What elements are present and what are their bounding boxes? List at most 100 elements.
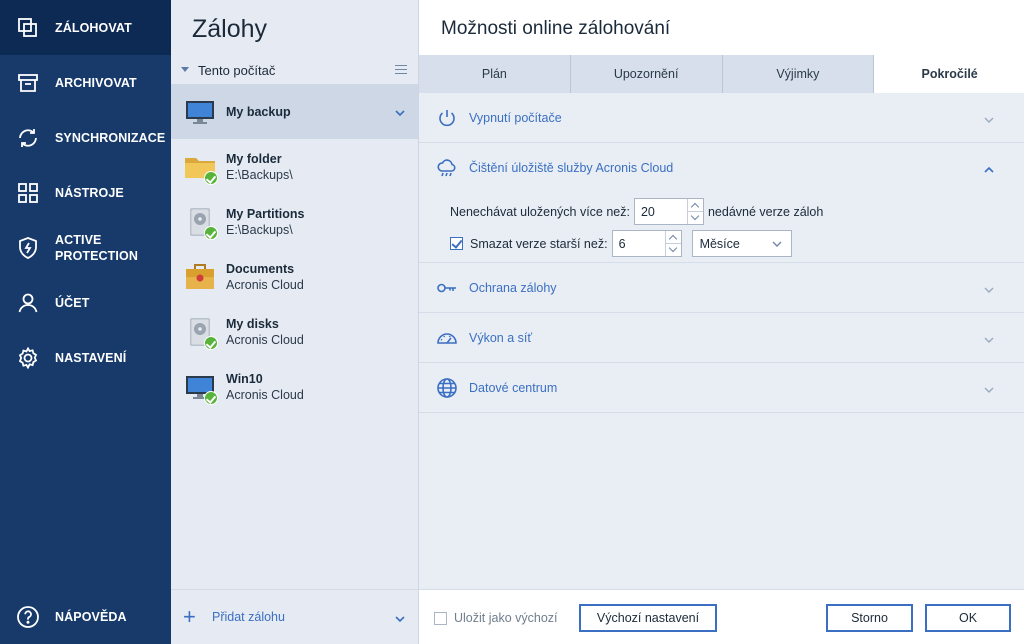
copy-icon (16, 16, 40, 40)
chevron-down-icon (772, 238, 782, 252)
cancel-button[interactable]: Storno (826, 604, 913, 632)
section-backup-protection[interactable]: Ochrana zálohy (419, 263, 1024, 313)
backup-item-my-disks[interactable]: My disks Acronis Cloud (171, 304, 418, 359)
nav-item-backup[interactable]: ZÁLOHOVAT (0, 0, 171, 55)
delete-older-row: Smazat verze starší než: 6 Měsíce (450, 230, 792, 257)
tab-bar: Plán Upozornění Výjimky Pokročilé (419, 55, 1024, 93)
section-label: Čištění úložiště služby Acronis Cloud (469, 161, 674, 175)
panel-title: Možnosti online zálohování (441, 18, 671, 39)
nav-label: NASTAVENÍ (55, 350, 127, 365)
hamburger-menu-icon[interactable] (395, 65, 407, 74)
group-header[interactable]: Tento počítač (171, 56, 418, 84)
dialog-footer: Uložit jako výchozí Výchozí nastavení St… (419, 589, 1024, 644)
nav-item-sync[interactable]: SYNCHRONIZACE (0, 110, 171, 165)
delete-older-value[interactable]: 6 (613, 231, 665, 256)
nav-item-account[interactable]: ÚČET (0, 275, 171, 330)
keep-versions-value[interactable]: 20 (635, 199, 687, 224)
chevron-up-icon (984, 163, 994, 173)
tab-schedule[interactable]: Plán (419, 55, 571, 93)
disk-icon (184, 316, 218, 350)
chevron-down-icon (984, 283, 994, 293)
disk-icon (184, 206, 218, 240)
section-data-center[interactable]: Datové centrum (419, 363, 1024, 413)
backup-name: Documents (226, 262, 295, 276)
nav-label: ÚČET (55, 295, 90, 310)
ok-button[interactable]: OK (925, 604, 1011, 632)
stepper-up-button[interactable] (687, 199, 703, 212)
options-panel: Možnosti online zálohování Plán Upozorně… (418, 0, 1024, 644)
plus-icon: + (183, 604, 196, 629)
tab-notifications[interactable]: Upozornění (571, 55, 723, 93)
nav-item-help[interactable]: NÁPOVĚDA (0, 589, 171, 644)
delete-older-stepper[interactable]: 6 (611, 230, 682, 257)
save-as-default-option[interactable]: Uložit jako výchozí (434, 611, 558, 625)
backup-item-my-folder[interactable]: My folder E:\Backups\ (171, 139, 418, 194)
success-check-icon (204, 171, 218, 185)
user-icon (16, 291, 40, 315)
backup-location: Acronis Cloud (226, 388, 304, 402)
backup-item-my-partitions[interactable]: My Partitions E:\Backups\ (171, 194, 418, 249)
add-backup-label: Přidat zálohu (212, 610, 285, 624)
nav-label: SYNCHRONIZACE (55, 130, 166, 145)
time-unit-select[interactable]: Měsíce (691, 230, 792, 257)
monitor-icon (184, 371, 218, 405)
backup-item-my-backup[interactable]: My backup (171, 84, 418, 139)
add-backup-button[interactable]: + Přidat zálohu (171, 589, 418, 644)
backup-name: Win10 (226, 372, 263, 386)
section-cloud-cleanup[interactable]: Čištění úložiště služby Acronis Cloud (419, 143, 1024, 193)
keep-versions-label: Nenechávat uložených více než: (450, 204, 630, 219)
default-settings-button[interactable]: Výchozí nastavení (579, 604, 717, 632)
backup-name: My Partitions (226, 207, 305, 221)
page-title: Zálohy (192, 15, 268, 43)
folder-icon (184, 151, 218, 185)
nav-item-active-protection[interactable]: ACTIVE PROTECTION (0, 220, 171, 275)
gear-icon (16, 346, 40, 370)
success-check-icon (204, 336, 218, 350)
save-as-default-checkbox[interactable] (434, 611, 447, 625)
advanced-sections: Vypnutí počítače Čištění úložiště služby… (419, 93, 1024, 589)
stepper-down-button[interactable] (688, 211, 703, 224)
chevron-down-icon (984, 333, 994, 343)
grid-icon (16, 181, 40, 205)
briefcase-icon (184, 261, 216, 293)
delete-older-checkbox[interactable] (450, 237, 463, 250)
chevron-down-icon[interactable] (395, 612, 405, 627)
cloud-rain-icon (436, 157, 458, 179)
backup-name: My disks (226, 317, 279, 331)
main-navigation: ZÁLOHOVAT ARCHIVOVAT SYNCHRONIZACE NÁSTR… (0, 0, 171, 644)
tab-advanced[interactable]: Pokročilé (874, 55, 1024, 93)
section-shutdown[interactable]: Vypnutí počítače (419, 93, 1024, 143)
backup-location: Acronis Cloud (226, 333, 304, 347)
power-icon (436, 107, 458, 129)
cloud-cleanup-settings: Nenechávat uložených více než: 20 nedávn… (419, 193, 1024, 263)
save-as-default-label: Uložit jako výchozí (454, 611, 558, 625)
backup-item-win10[interactable]: Win10 Acronis Cloud (171, 359, 418, 414)
shield-bolt-icon (16, 236, 40, 260)
backup-name: My backup (226, 105, 291, 119)
delete-older-label: Smazat verze starší než: (470, 236, 608, 251)
success-check-icon (204, 391, 218, 405)
sync-icon (16, 126, 40, 150)
globe-icon (436, 377, 458, 399)
question-icon (16, 605, 40, 629)
chevron-down-icon[interactable] (395, 106, 405, 117)
stepper-down-button[interactable] (666, 243, 681, 256)
keep-versions-suffix: nedávné verze záloh (707, 204, 824, 219)
backup-item-documents[interactable]: Documents Acronis Cloud (171, 249, 418, 304)
section-label: Ochrana zálohy (469, 281, 557, 295)
nav-label: ARCHIVOVAT (55, 75, 137, 90)
nav-label: ZÁLOHOVAT (55, 20, 132, 35)
collapse-triangle-icon (181, 67, 189, 72)
gauge-icon (436, 327, 458, 349)
nav-item-tools[interactable]: NÁSTROJE (0, 165, 171, 220)
nav-item-archive[interactable]: ARCHIVOVAT (0, 55, 171, 110)
tab-exclusions[interactable]: Výjimky (723, 55, 875, 93)
section-label: Výkon a síť (469, 331, 533, 345)
nav-item-settings[interactable]: NASTAVENÍ (0, 330, 171, 385)
keep-versions-stepper[interactable]: 20 (633, 198, 704, 225)
stepper-up-button[interactable] (665, 231, 681, 244)
backup-location: E:\Backups\ (226, 168, 293, 182)
backup-location: Acronis Cloud (226, 278, 304, 292)
section-performance-network[interactable]: Výkon a síť (419, 313, 1024, 363)
nav-label: NÁSTROJE (55, 185, 124, 200)
